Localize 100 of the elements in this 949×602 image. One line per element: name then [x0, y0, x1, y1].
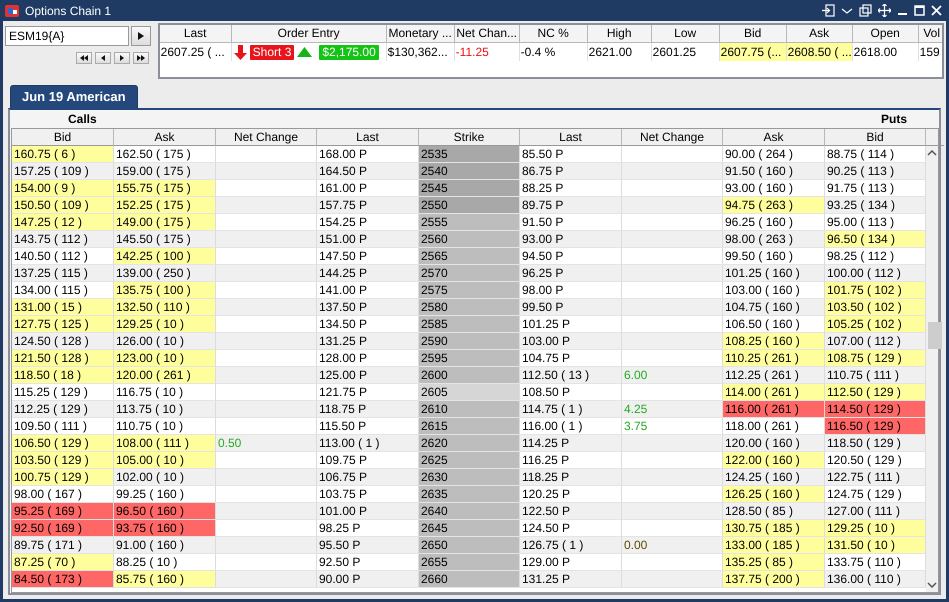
- table-cell: 118.50 ( 18 ): [12, 367, 114, 384]
- table-cell: 2618.00: [852, 43, 919, 61]
- table-cell: 2545: [419, 180, 520, 197]
- table-cell: 2565: [419, 248, 520, 265]
- table-row[interactable]: 118.50 ( 18 ) 120.00 ( 261 ) 125.00 P 2600 112.50 ( 13 ) 6.00 112.25 ( 261 ) 110.75 ( 111 ): [12, 367, 926, 384]
- table-cell: 103.50 ( 102 ): [825, 299, 926, 316]
- table-row[interactable]: 87.25 ( 70 ) 88.25 ( 10 ) 92.50 P 2655 129.00 P 135.25 ( 85 ) 133.75 ( 110 ): [12, 554, 926, 571]
- close-icon[interactable]: [931, 5, 942, 16]
- table-cell: 2645: [419, 520, 520, 537]
- table-cell: 2560: [419, 231, 520, 248]
- column-header[interactable]: High: [588, 25, 652, 43]
- table-row[interactable]: 150.50 ( 109 ) 152.25 ( 175 ) 157.75 P 2550 89.75 P 94.75 ( 263 ) 93.25 ( 134 ): [12, 197, 926, 214]
- table-row[interactable]: 157.25 ( 109 ) 159.00 ( 175 ) 164.50 P 2540 86.75 P 91.50 ( 160 ) 90.25 ( 113 ): [12, 163, 926, 180]
- table-cell: 96.50 ( 134 ): [825, 231, 926, 248]
- table-cell: -11.25: [454, 43, 520, 61]
- table-cell: 120.00 ( 261 ): [114, 367, 216, 384]
- table-row[interactable]: 160.75 ( 6 ) 162.50 ( 175 ) 168.00 P 2535 85.50 P 90.00 ( 264 ) 88.75 ( 114 ): [12, 146, 926, 163]
- table-cell: 2580: [419, 299, 520, 316]
- move-icon[interactable]: [878, 4, 891, 17]
- table-cell: 2540: [419, 163, 520, 180]
- table-cell: 147.25 ( 12 ): [12, 214, 114, 231]
- table-cell: 93.75 ( 160 ): [114, 520, 216, 537]
- table-row[interactable]: 112.25 ( 129 ) 113.75 ( 10 ) 118.75 P 2610 114.75 ( 1 ) 4.25 116.00 ( 261 ) 114.50 ( 129 ): [12, 401, 926, 418]
- table-cell: 87.25 ( 70 ): [12, 554, 114, 571]
- back-button[interactable]: [94, 52, 111, 64]
- table-cell: 95.25 ( 169 ): [12, 503, 114, 520]
- play-icon: [138, 32, 144, 40]
- table-row[interactable]: 95.25 ( 169 ) 96.50 ( 160 ) 101.00 P 2640 122.50 P 128.50 ( 85 ) 127.00 ( 111 ): [12, 503, 926, 520]
- table-row[interactable]: 98.00 ( 167 ) 99.25 ( 160 ) 103.75 P 2635 120.25 P 126.25 ( 160 ) 124.75 ( 129 ): [12, 486, 926, 503]
- table-row[interactable]: 131.00 ( 15 ) 132.50 ( 110 ) 137.50 P 2580 99.50 P 104.75 ( 160 ) 103.50 ( 102 ): [12, 299, 926, 316]
- table-cell: 110.25 ( 261 ): [723, 350, 825, 367]
- table-row[interactable]: 115.25 ( 129 ) 116.75 ( 10 ) 121.75 P 2605 108.50 P 114.00 ( 261 ) 112.50 ( 129 ): [12, 384, 926, 401]
- tab[interactable]: Jun 19 American: [10, 85, 138, 108]
- table-row[interactable]: 109.50 ( 111 ) 110.75 ( 10 ) 115.50 P 2615 116.00 ( 1 ) 3.75 118.00 ( 261 ) 116.50 ( 129 ): [12, 418, 926, 435]
- column-header[interactable]: Open: [852, 25, 919, 43]
- column-header[interactable]: Bid: [720, 25, 787, 43]
- table-row[interactable]: 121.50 ( 128 ) 123.00 ( 10 ) 128.00 P 2595 104.75 P 110.25 ( 261 ) 108.75 ( 129 ): [12, 350, 926, 367]
- scroll-thumb[interactable]: [928, 322, 942, 349]
- table-cell: 154.00 ( 9 ): [12, 180, 114, 197]
- dock-icon[interactable]: [822, 4, 835, 17]
- table-cell: 108.00 ( 111 ): [114, 435, 216, 452]
- rewind-button[interactable]: [76, 52, 92, 64]
- table-row[interactable]: 89.75 ( 171 ) 91.00 ( 160 ) 95.50 P 2650 126.75 ( 1 ) 0.00 133.00 ( 185 ) 131.50 ( 10 ): [12, 537, 926, 554]
- table-cell: 96.50 ( 160 ): [114, 503, 216, 520]
- double-right-icon: [136, 55, 145, 61]
- column-header[interactable]: Order Entry: [232, 25, 387, 43]
- table-row[interactable]: 103.50 ( 129 ) 105.00 ( 10 ) 109.75 P 2625 116.25 P 122.00 ( 160 ) 120.50 ( 129 ): [12, 452, 926, 469]
- table-row[interactable]: 92.50 ( 169 ) 93.75 ( 160 ) 98.25 P 2645 124.50 P 130.75 ( 185 ) 129.25 ( 10 ): [12, 520, 926, 537]
- table-cell: 121.50 ( 128 ): [12, 350, 114, 367]
- column-header[interactable]: NC %: [520, 25, 588, 43]
- table-cell: 131.25 P: [520, 571, 622, 588]
- copy-icon[interactable]: [859, 4, 872, 17]
- table-cell: 135.25 ( 85 ): [723, 554, 825, 571]
- scroll-up-icon[interactable]: [927, 150, 937, 156]
- table-cell: 105.00 ( 10 ): [114, 452, 216, 469]
- scroll-down-icon[interactable]: [927, 582, 937, 588]
- table-row[interactable]: 143.75 ( 112 ) 145.50 ( 175 ) 151.00 P 2560 93.00 P 98.00 ( 263 ) 96.50 ( 134 ): [12, 231, 926, 248]
- forward-button[interactable]: [114, 52, 130, 64]
- table-row[interactable]: 127.75 ( 125 ) 129.25 ( 10 ) 134.50 P 2585 101.25 P 106.50 ( 160 ) 105.25 ( 102 ): [12, 316, 926, 333]
- table-cell: 2605: [419, 384, 520, 401]
- table-cell: 150.50 ( 109 ): [12, 197, 114, 214]
- symbol-field[interactable]: ESM19{A}: [5, 26, 129, 46]
- double-left-icon: [80, 55, 88, 61]
- table-row[interactable]: 147.25 ( 12 ) 149.00 ( 175 ) 154.25 P 2555 91.50 P 96.25 ( 160 ) 95.00 ( 113 ): [12, 214, 926, 231]
- maximize-icon[interactable]: [914, 5, 925, 16]
- table-cell: 2607.75 (...: [720, 43, 787, 61]
- column-header[interactable]: Vol: [918, 25, 942, 43]
- column-header[interactable]: Low: [652, 25, 720, 43]
- column-header[interactable]: Monetary ...: [386, 25, 455, 43]
- column-header[interactable]: Net Chan...: [454, 25, 520, 43]
- table-cell: 100.75 ( 129 ): [12, 469, 114, 486]
- table-row[interactable]: 100.75 ( 129 ) 102.00 ( 10 ) 106.75 P 2630 118.25 P 124.25 ( 160 ) 122.75 ( 111 ): [12, 469, 926, 486]
- column-header[interactable]: Ask: [786, 25, 853, 43]
- table-cell: 114.00 ( 261 ): [723, 384, 825, 401]
- table-cell: 129.25 ( 10 ): [114, 316, 216, 333]
- table-row[interactable]: 84.50 ( 173 ) 85.75 ( 160 ) 90.00 P 2660 131.25 P 137.75 ( 200 ) 136.00 ( 110 ): [12, 571, 926, 588]
- right-icon: [118, 55, 126, 61]
- table-row[interactable]: 140.50 ( 112 ) 142.25 ( 100 ) 147.50 P 2565 94.50 P 99.50 ( 160 ) 98.25 ( 112 ): [12, 248, 926, 265]
- table-row[interactable]: 154.00 ( 9 ) 155.75 ( 175 ) 161.00 P 2545 88.25 P 93.00 ( 160 ) 91.75 ( 113 ): [12, 180, 926, 197]
- table-cell: 103.50 ( 129 ): [12, 452, 114, 469]
- table-row[interactable]: 124.50 ( 128 ) 126.00 ( 10 ) 131.25 P 2590 103.00 P 108.25 ( 160 ) 107.00 ( 112 ): [12, 333, 926, 350]
- table-row[interactable]: 106.50 ( 129 ) 108.00 ( 111 ) 0.50 113.00 ( 1 ) 2620 114.25 P 120.00 ( 160 ) 118.50 ( 129 ): [12, 435, 926, 452]
- table-cell: 131.50 ( 10 ): [825, 537, 926, 554]
- profit-badge: $2,175.00: [319, 44, 379, 60]
- table-cell: $130,362...: [386, 43, 455, 61]
- table-cell: 84.50 ( 173 ): [12, 571, 114, 588]
- table-cell: 2630: [419, 469, 520, 486]
- table-cell: 127.75 ( 125 ): [12, 316, 114, 333]
- table-cell: 2608.50 ( ...: [786, 43, 853, 61]
- table-cell: 142.25 ( 100 ): [114, 248, 216, 265]
- table-cell: 116.50 ( 129 ): [825, 418, 926, 435]
- fast-forward-button[interactable]: [132, 52, 149, 64]
- table-cell: 2585: [419, 316, 520, 333]
- table-cell: 2640: [419, 503, 520, 520]
- table-cell: 2610: [419, 401, 520, 418]
- table-cell: 2660: [419, 571, 520, 588]
- column-header[interactable]: Last: [160, 25, 232, 43]
- go-button[interactable]: [131, 26, 151, 46]
- table-row[interactable]: 137.25 ( 115 ) 139.00 ( 250 ) 144.25 P 2570 96.25 P 101.25 ( 160 ) 100.00 ( 112 ): [12, 265, 926, 282]
- table-row[interactable]: 134.00 ( 115 ) 135.75 ( 100 ) 141.00 P 2575 98.00 P 103.00 ( 160 ) 101.75 ( 102 ): [12, 282, 926, 299]
